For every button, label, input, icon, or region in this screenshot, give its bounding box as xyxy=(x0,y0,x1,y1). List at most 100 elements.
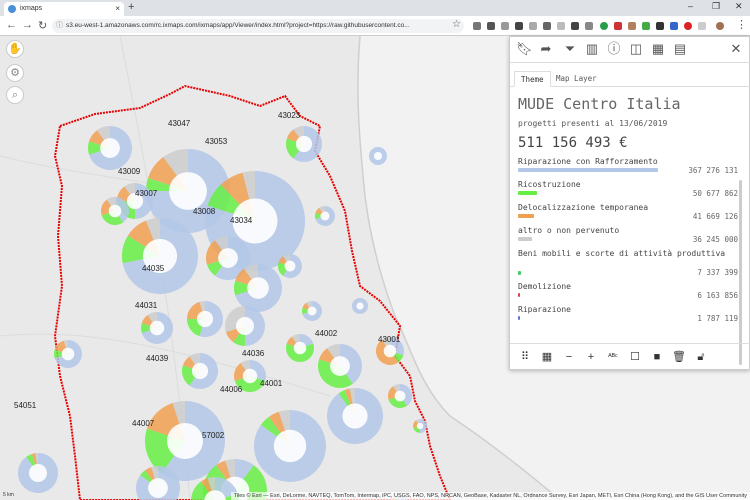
green-square-extension-icon[interactable] xyxy=(642,22,650,30)
profile-avatar[interactable] xyxy=(716,22,724,30)
legend-bar xyxy=(518,293,521,297)
grid-view-icon[interactable]: ▤ xyxy=(672,41,688,57)
pie-hole xyxy=(148,478,168,498)
pie-hole xyxy=(242,368,258,384)
legend-item[interactable]: Ricostruzione 50 677 862 xyxy=(518,180,740,203)
reload-icon[interactable]: ↻ xyxy=(38,19,47,32)
grid-small-icon[interactable]: ⠿ xyxy=(518,350,532,364)
legend-bar xyxy=(518,237,532,241)
municipality-code: 44006 xyxy=(220,385,243,394)
abc-text-icon[interactable]: ᴬᴮᶜ xyxy=(606,350,620,364)
minus-icon[interactable]: − xyxy=(562,350,576,364)
minimize-button[interactable]: – xyxy=(688,1,693,11)
trash-icon[interactable]: 🗑︎ xyxy=(672,350,686,364)
pie-hole xyxy=(320,211,330,221)
pie-hole xyxy=(149,320,165,336)
extension-icon-3[interactable] xyxy=(501,22,509,30)
extension-icon-14[interactable] xyxy=(656,22,664,30)
municipality-code: 43053 xyxy=(205,137,228,146)
pie-hole xyxy=(167,423,203,459)
legend-value: 367 276 131 xyxy=(688,166,738,175)
legend-item[interactable]: Delocalizzazione temporanea 41 669 126 xyxy=(518,203,740,226)
bookmark-icon[interactable]: 🔖︎ xyxy=(516,41,533,57)
legend-label: Beni mobili e scorte di attività produtt… xyxy=(518,249,726,258)
grid-large-icon[interactable]: ▦ xyxy=(540,350,554,364)
municipality-code: 44031 xyxy=(135,301,158,310)
pan-hand-icon[interactable]: ✋ xyxy=(6,40,24,58)
tab-map-layer[interactable]: Map Layer xyxy=(550,71,603,87)
new-tab-button[interactable]: + xyxy=(128,1,134,13)
municipality-code: 43001 xyxy=(378,335,401,344)
legend-item[interactable]: Beni mobili e scorte di attività produtt… xyxy=(518,249,740,282)
legend-label: Riparazione xyxy=(518,305,571,314)
address-bar[interactable]: ⓘ s3.eu-west-1.amazonaws.com/rc.ixmaps.c… xyxy=(52,19,464,33)
pie-hole xyxy=(169,172,207,210)
municipality-code: 44036 xyxy=(242,349,265,358)
extension-icon-5[interactable] xyxy=(529,22,537,30)
extension-icon-12[interactable] xyxy=(628,22,636,30)
legend-item[interactable]: Demolizione 6 163 856 xyxy=(518,282,740,305)
camera-extension-icon[interactable] xyxy=(543,22,551,30)
extension-icon-15[interactable] xyxy=(670,22,678,30)
info-icon[interactable]: ⓘ xyxy=(56,19,63,33)
plus-icon[interactable]: + xyxy=(584,350,598,364)
extension-icon-7[interactable] xyxy=(557,22,565,30)
layers-extension-icon[interactable] xyxy=(487,22,495,30)
settings-icon[interactable]: ⚙ xyxy=(6,64,24,82)
extension-icon-8[interactable] xyxy=(571,22,579,30)
pie-hole xyxy=(342,403,368,429)
panel-toolbar: 🔖︎ ➦ ⏷ ▥ ⓘ ◫ ▦ ▤ ✕ xyxy=(510,37,750,63)
menu-dots-icon[interactable]: ⋮ xyxy=(736,18,747,31)
pie-hole xyxy=(218,248,238,268)
extension-icon-9[interactable] xyxy=(585,22,593,30)
legend-item[interactable]: Riparazione con Rafforzamento 367 276 13… xyxy=(518,157,740,180)
back-arrow-icon[interactable]: ← xyxy=(6,19,17,31)
map-icon[interactable]: ▥ xyxy=(584,41,600,57)
red-circle-extension-icon[interactable] xyxy=(684,22,692,30)
legend-bar xyxy=(518,214,534,218)
extension-icon-17[interactable] xyxy=(698,22,706,30)
red-extension-icon[interactable] xyxy=(614,22,622,30)
municipality-code: 57002 xyxy=(202,431,225,440)
pie-hole xyxy=(191,362,209,380)
square-outline-icon[interactable]: ☐ xyxy=(628,350,642,364)
tab-theme[interactable]: Theme xyxy=(514,71,551,87)
pie-hole xyxy=(196,310,214,328)
url-text: s3.eu-west-1.amazonaws.com/rc.ixmaps.com… xyxy=(66,22,410,29)
legend-value: 36 245 000 xyxy=(692,235,738,244)
municipality-code: 44002 xyxy=(315,329,338,338)
filter-icon[interactable]: ⏷ xyxy=(562,41,578,57)
forward-arrow-icon[interactable]: → xyxy=(22,19,33,31)
table-icon[interactable]: ▦ xyxy=(650,41,666,57)
panel-scrollbar[interactable] xyxy=(739,180,742,365)
pie-hole xyxy=(373,151,383,161)
municipality-code: 43008 xyxy=(193,207,216,216)
pie-hole xyxy=(416,422,424,430)
browser-tabstrip: ixmaps × + – ❐ ✕ xyxy=(0,0,750,16)
square-filled-icon[interactable]: ■ xyxy=(650,350,664,364)
info-circle-icon[interactable]: ⓘ xyxy=(606,41,622,57)
legend-list: Riparazione con Rafforzamento 367 276 13… xyxy=(518,157,740,328)
legend-value: 1 787 119 xyxy=(697,314,738,323)
tab-title: ixmaps xyxy=(20,5,43,12)
bookmark-star-icon[interactable]: ☆ xyxy=(452,19,461,30)
pie-hole xyxy=(273,429,307,463)
tab-close-icon[interactable]: × xyxy=(115,2,120,16)
extension-icon-4[interactable] xyxy=(515,22,523,30)
legend-item[interactable]: Riparazione 1 787 119 xyxy=(518,305,740,328)
share-arrow-icon[interactable]: ➦ xyxy=(538,41,554,57)
close-panel-icon[interactable]: ✕ xyxy=(728,41,744,57)
green-extension-icon[interactable] xyxy=(600,22,608,30)
pie-hole xyxy=(293,341,307,355)
municipality-code: 44039 xyxy=(146,354,169,363)
maximize-button[interactable]: ❐ xyxy=(712,1,720,12)
lock-icon[interactable]: 🔓︎ xyxy=(694,350,708,364)
legend-item[interactable]: altro o non pervenuto 36 245 000 xyxy=(518,226,740,249)
window-close-button[interactable]: ✕ xyxy=(735,1,743,12)
panel-footer-toolbar: ⠿ ▦ − + ᴬᴮᶜ ☐ ■ 🗑︎ 🔓︎ xyxy=(510,343,750,369)
legend-bar xyxy=(518,191,538,195)
browser-tab[interactable]: ixmaps × xyxy=(4,2,124,16)
zoom-search-icon[interactable]: ⌕ xyxy=(6,86,24,104)
columns-icon[interactable]: ◫ xyxy=(628,41,644,57)
extension-icon-1[interactable] xyxy=(473,22,481,30)
